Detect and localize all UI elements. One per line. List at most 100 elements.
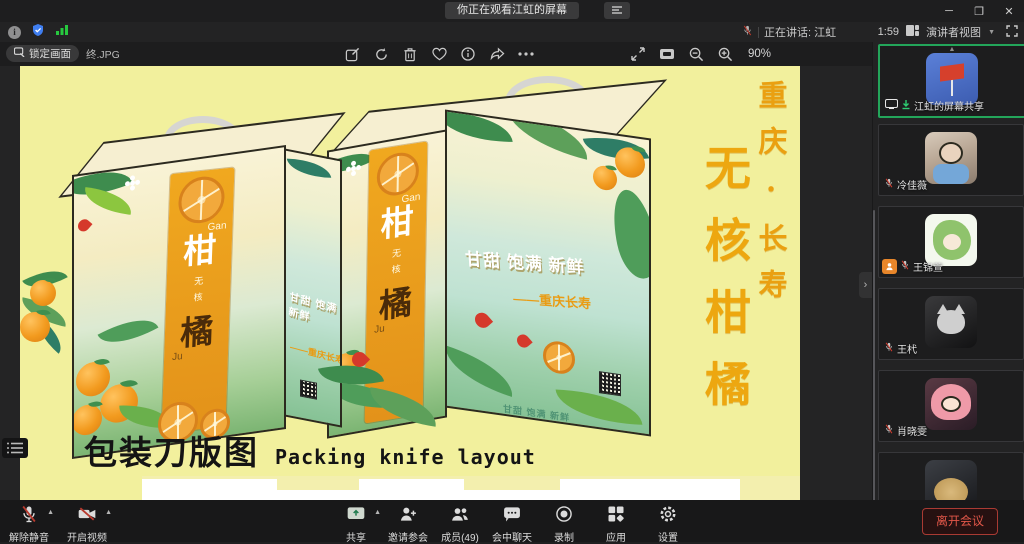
decor-leaf — [445, 346, 517, 397]
participant-tile[interactable]: 王杙 — [878, 288, 1024, 360]
sidebar-scrollbar[interactable] — [873, 210, 875, 510]
host-badge-icon — [882, 259, 897, 274]
participant-tile-screen-share[interactable]: ▲ 江虹的屏幕共享 — [878, 44, 1024, 118]
decor-flower — [130, 180, 135, 186]
mic-muted-icon — [884, 423, 894, 438]
share-screen-icon — [346, 504, 366, 527]
members-icon — [450, 504, 470, 527]
leave-meeting-button[interactable]: 离开会议 — [922, 508, 998, 535]
layout-icon — [906, 25, 919, 39]
collapse-triangle-icon[interactable]: ▲ — [949, 46, 956, 53]
pinyin-ju: Ju — [172, 351, 183, 363]
record-icon — [554, 504, 574, 527]
chevron-up-icon[interactable]: ▲ — [47, 509, 54, 516]
lock-screen-button[interactable]: 锁定画面 — [6, 45, 79, 62]
screen-share-icon — [885, 99, 898, 112]
mic-muted-icon — [900, 259, 910, 274]
orange-slice-icon — [543, 339, 575, 375]
participant-name: 肖晓雯 — [897, 423, 927, 438]
participant-tile[interactable]: 王锦萱 — [878, 206, 1024, 278]
settings-gear-icon — [658, 504, 678, 527]
mic-off-icon — [19, 504, 39, 527]
zoom-in-icon[interactable] — [717, 46, 733, 62]
more-icon[interactable] — [518, 46, 534, 62]
participant-name: 王锦萱 — [913, 259, 943, 274]
chevron-down-icon: ▼ — [988, 29, 995, 36]
settings-button[interactable]: 设置 — [645, 500, 691, 544]
chat-button[interactable]: 会中聊天 — [489, 500, 535, 544]
invite-button[interactable]: 邀请参会 — [385, 500, 431, 544]
char-gan: 柑 — [183, 232, 217, 270]
decor-leaf — [287, 159, 331, 178]
chevron-up-icon[interactable]: ▲ — [105, 509, 112, 516]
char-gan: 柑 — [380, 204, 414, 244]
slogan-text: 甘甜 饱满 新鲜 — [464, 244, 585, 278]
seedless-label: 无核 — [390, 247, 404, 281]
char-ju: 橘 — [379, 284, 413, 324]
qr-code — [300, 379, 317, 399]
network-signal-icon[interactable] — [55, 23, 69, 41]
invite-icon — [398, 504, 418, 527]
members-button[interactable]: 成员(49) — [437, 500, 483, 544]
security-shield-icon[interactable] — [31, 23, 45, 42]
participant-tile[interactable]: 冷佳薇 — [878, 124, 1024, 196]
avatar — [925, 378, 977, 430]
pinyin-ju: Ju — [374, 323, 385, 336]
gift-box-left: Gan 柑 无核 橘 Ju 甘甜 饱满 新鲜 ——重庆长寿 — [20, 122, 360, 458]
participant-tile[interactable]: 肖晓雯 — [878, 370, 1024, 442]
favorite-icon[interactable] — [431, 46, 447, 62]
box-side-face: 甘甜 饱满 新鲜 ——重庆长寿 — [284, 148, 342, 427]
fullscreen-icon[interactable] — [1006, 25, 1018, 40]
rotate-icon[interactable] — [373, 46, 389, 62]
annotation-list-button[interactable] — [2, 438, 28, 458]
fullscreen-expand-icon[interactable] — [630, 46, 646, 62]
dieline-strip — [142, 476, 800, 500]
decor-leaf — [80, 187, 136, 215]
dieline-flap — [277, 479, 359, 490]
view-mode-selector[interactable]: 演讲者视图 — [926, 24, 981, 40]
apps-icon — [606, 504, 626, 527]
edit-icon[interactable] — [344, 46, 360, 62]
zoom-level[interactable]: 90% — [748, 48, 771, 60]
share-screen-button[interactable]: 共享 ▲ — [333, 500, 379, 544]
decor-leaf — [606, 188, 651, 279]
chevron-up-icon[interactable]: ▲ — [374, 509, 381, 516]
slogan-text: 甘甜 饱满 新鲜 — [288, 290, 340, 333]
share-icon[interactable] — [489, 46, 505, 62]
brand-banner: Gan 柑 无核 橘 Ju — [162, 167, 235, 433]
start-video-button[interactable]: 开启视频 ▲ — [64, 500, 110, 544]
restore-button[interactable]: ❐ — [964, 0, 994, 22]
char-ju: 橘 — [180, 313, 214, 351]
poster-image: Gan 柑 无核 橘 Ju 甘甜 饱满 新鲜 ——重庆长寿 — [20, 66, 800, 500]
record-button[interactable]: 录制 — [541, 500, 587, 544]
apps-button[interactable]: 应用 — [593, 500, 639, 544]
image-viewer-toolbar: 锁定画面 终.JPG 90% — [0, 42, 872, 66]
decor-flower — [514, 332, 532, 350]
divider — [758, 27, 759, 38]
slogan-text-small: 甘甜 饱满 新鲜 — [503, 402, 570, 424]
delete-icon[interactable] — [402, 46, 418, 62]
info-icon[interactable] — [460, 46, 476, 62]
caption-chinese: 包装刀版图 — [84, 426, 259, 474]
camera-off-icon — [76, 504, 98, 527]
slogan-source-text: ——重庆长寿 — [290, 340, 342, 367]
decor-flower — [76, 217, 93, 234]
minimize-button[interactable]: ─ — [934, 0, 964, 22]
close-button[interactable]: ✕ — [994, 0, 1024, 22]
unmute-button[interactable]: 解除静音 ▲ — [6, 500, 52, 544]
toolbar-collapse-button[interactable] — [604, 2, 630, 19]
meeting-info-icon[interactable]: i — [8, 26, 21, 39]
orange-slice-icon — [178, 174, 226, 225]
box-front-face: Gan 柑 无核 橘 Ju — [72, 145, 286, 459]
speaking-indicator: 正在讲话: 江虹 — [742, 22, 836, 42]
sidebar-collapse-button[interactable]: › — [859, 272, 872, 298]
dieline-flap — [464, 479, 560, 490]
meeting-duration: 1:59 — [878, 26, 899, 38]
participant-name: 王杙 — [897, 341, 917, 356]
decor-orange — [593, 164, 617, 191]
decor-leaf — [98, 307, 159, 356]
zoom-out-icon[interactable] — [688, 46, 704, 62]
orange-slice-icon — [377, 150, 420, 199]
fit-screen-icon[interactable] — [659, 46, 675, 62]
caption-english: Packing knife layout — [275, 445, 536, 469]
